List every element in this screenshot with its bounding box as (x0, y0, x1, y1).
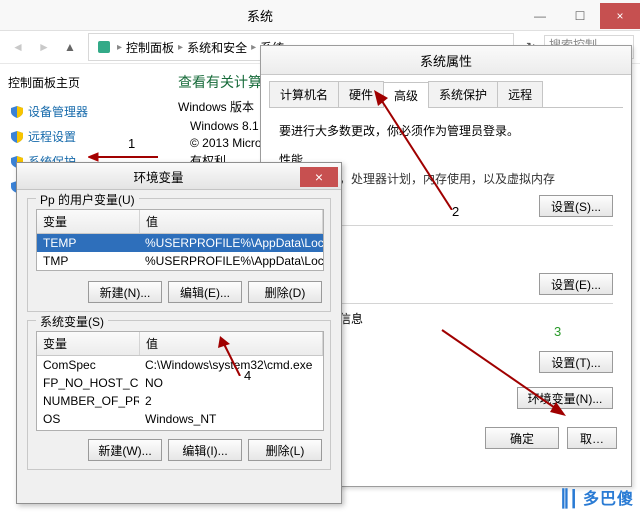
sidebar-item-device-manager[interactable]: 设备管理器 (8, 99, 158, 124)
edit-button[interactable]: 编辑(I)... (168, 439, 242, 461)
new-button[interactable]: 新建(N)... (88, 281, 162, 303)
settings-button-s[interactable]: 设置(S)... (539, 195, 613, 217)
annotation-1: 1 (128, 136, 135, 151)
ok-button[interactable]: 确定 (485, 427, 559, 449)
maximize-button[interactable]: ☐ (560, 3, 600, 29)
cell-name: OS (37, 410, 139, 428)
user-variables-table[interactable]: 变量 值 TEMP %USERPROFILE%\AppData\Local\Te… (36, 209, 324, 271)
annotation-arrow-3 (438, 326, 588, 426)
chevron-right-icon: ▸ (117, 42, 122, 53)
cell-value: 2 (139, 392, 323, 410)
forward-button[interactable]: ► (32, 35, 56, 59)
sidebar-item-remote-settings[interactable]: 远程设置 (8, 124, 158, 149)
cell-name: Path (37, 428, 139, 430)
watermark: ∥| 多巴傻 (560, 485, 634, 510)
table-row[interactable]: OS Windows_NT (37, 410, 323, 428)
group-label: Pp 的用户变量(U) (36, 191, 139, 208)
close-icon: × (315, 169, 323, 185)
column-header-variable[interactable]: 变量 (37, 210, 140, 233)
watermark-text: 多巴傻 (583, 491, 634, 508)
table-row[interactable]: TEMP %USERPROFILE%\AppData\Local\Temp (37, 234, 323, 252)
minimize-button[interactable]: — (520, 3, 560, 29)
cell-value: C:\Program Files (x86)\NVIDIA Corporat (139, 428, 323, 430)
cell-name: TEMP (37, 234, 139, 252)
annotation-3: 3 (554, 324, 561, 339)
control-panel-icon (95, 38, 113, 56)
annotation-arrow-1 (88, 151, 158, 163)
up-button[interactable]: ▲ (58, 35, 82, 59)
tab-computer-name[interactable]: 计算机名 (269, 81, 339, 107)
cell-name: NUMBER_OF_PR… (37, 392, 139, 410)
environment-variables-dialog: 环境变量 × Pp 的用户变量(U) 变量 值 TEMP %USERPROFIL… (16, 162, 342, 504)
close-button[interactable]: × (300, 167, 338, 187)
chevron-right-icon: ▸ (178, 42, 183, 53)
cell-name: TMP (37, 252, 139, 270)
back-button[interactable]: ◄ (6, 35, 30, 59)
chevron-right-icon: ▸ (251, 42, 256, 53)
annotation-4: 4 (244, 368, 251, 383)
cell-value: %USERPROFILE%\AppData\Local\Temp (139, 234, 323, 252)
cell-value: %USERPROFILE%\AppData\Local\Temp (139, 252, 323, 270)
delete-button[interactable]: 删除(L) (248, 439, 322, 461)
system-variables-table[interactable]: 变量 值 ComSpec C:\Windows\system32\cmd.exe… (36, 331, 324, 431)
cancel-button[interactable]: 取… (567, 427, 617, 449)
breadcrumb-item[interactable]: 控制面板 (126, 39, 174, 56)
column-header-variable[interactable]: 变量 (37, 332, 140, 355)
edit-button[interactable]: 编辑(E)... (168, 281, 242, 303)
column-header-value[interactable]: 值 (140, 210, 323, 233)
cell-name: ComSpec (37, 356, 139, 374)
table-row[interactable]: TMP %USERPROFILE%\AppData\Local\Temp (37, 252, 323, 270)
system-variables-group: 系统变量(S) 变量 值 ComSpec C:\Windows\system32… (27, 320, 331, 470)
cell-value: NO (139, 374, 323, 392)
close-button[interactable]: × (600, 3, 640, 29)
table-row[interactable]: NUMBER_OF_PR… 2 (37, 392, 323, 410)
system-window-titlebar: 系统 — ☐ × (0, 0, 640, 31)
dialog-titlebar: 环境变量 × (17, 163, 341, 190)
tab-remote[interactable]: 远程 (497, 81, 543, 107)
group-label: 系统变量(S) (36, 313, 108, 330)
annotation-arrow-2 (362, 90, 462, 210)
shield-icon (10, 130, 24, 144)
cell-name: FP_NO_HOST_CH… (37, 374, 139, 392)
table-row[interactable]: Path C:\Program Files (x86)\NVIDIA Corpo… (37, 428, 323, 430)
table-row[interactable]: ComSpec C:\Windows\system32\cmd.exe (37, 356, 323, 374)
sidebar-header: 控制面板主页 (8, 74, 158, 91)
settings-button-e[interactable]: 设置(E)... (539, 273, 613, 295)
sidebar-item-label: 远程设置 (28, 128, 76, 145)
annotation-2: 2 (452, 204, 459, 219)
sidebar-item-label: 设备管理器 (28, 103, 88, 120)
breadcrumb-item[interactable]: 系统和安全 (187, 39, 247, 56)
dialog-title: 系统属性 (261, 46, 631, 75)
delete-button[interactable]: 删除(D) (248, 281, 322, 303)
cell-value: Windows_NT (139, 410, 323, 428)
new-button[interactable]: 新建(W)... (88, 439, 162, 461)
table-row[interactable]: FP_NO_HOST_CH… NO (37, 374, 323, 392)
dialog-title: 环境变量 (17, 167, 300, 186)
user-variables-group: Pp 的用户变量(U) 变量 值 TEMP %USERPROFILE%\AppD… (27, 198, 331, 312)
shield-icon (10, 105, 24, 119)
window-title: 系统 (0, 6, 520, 25)
